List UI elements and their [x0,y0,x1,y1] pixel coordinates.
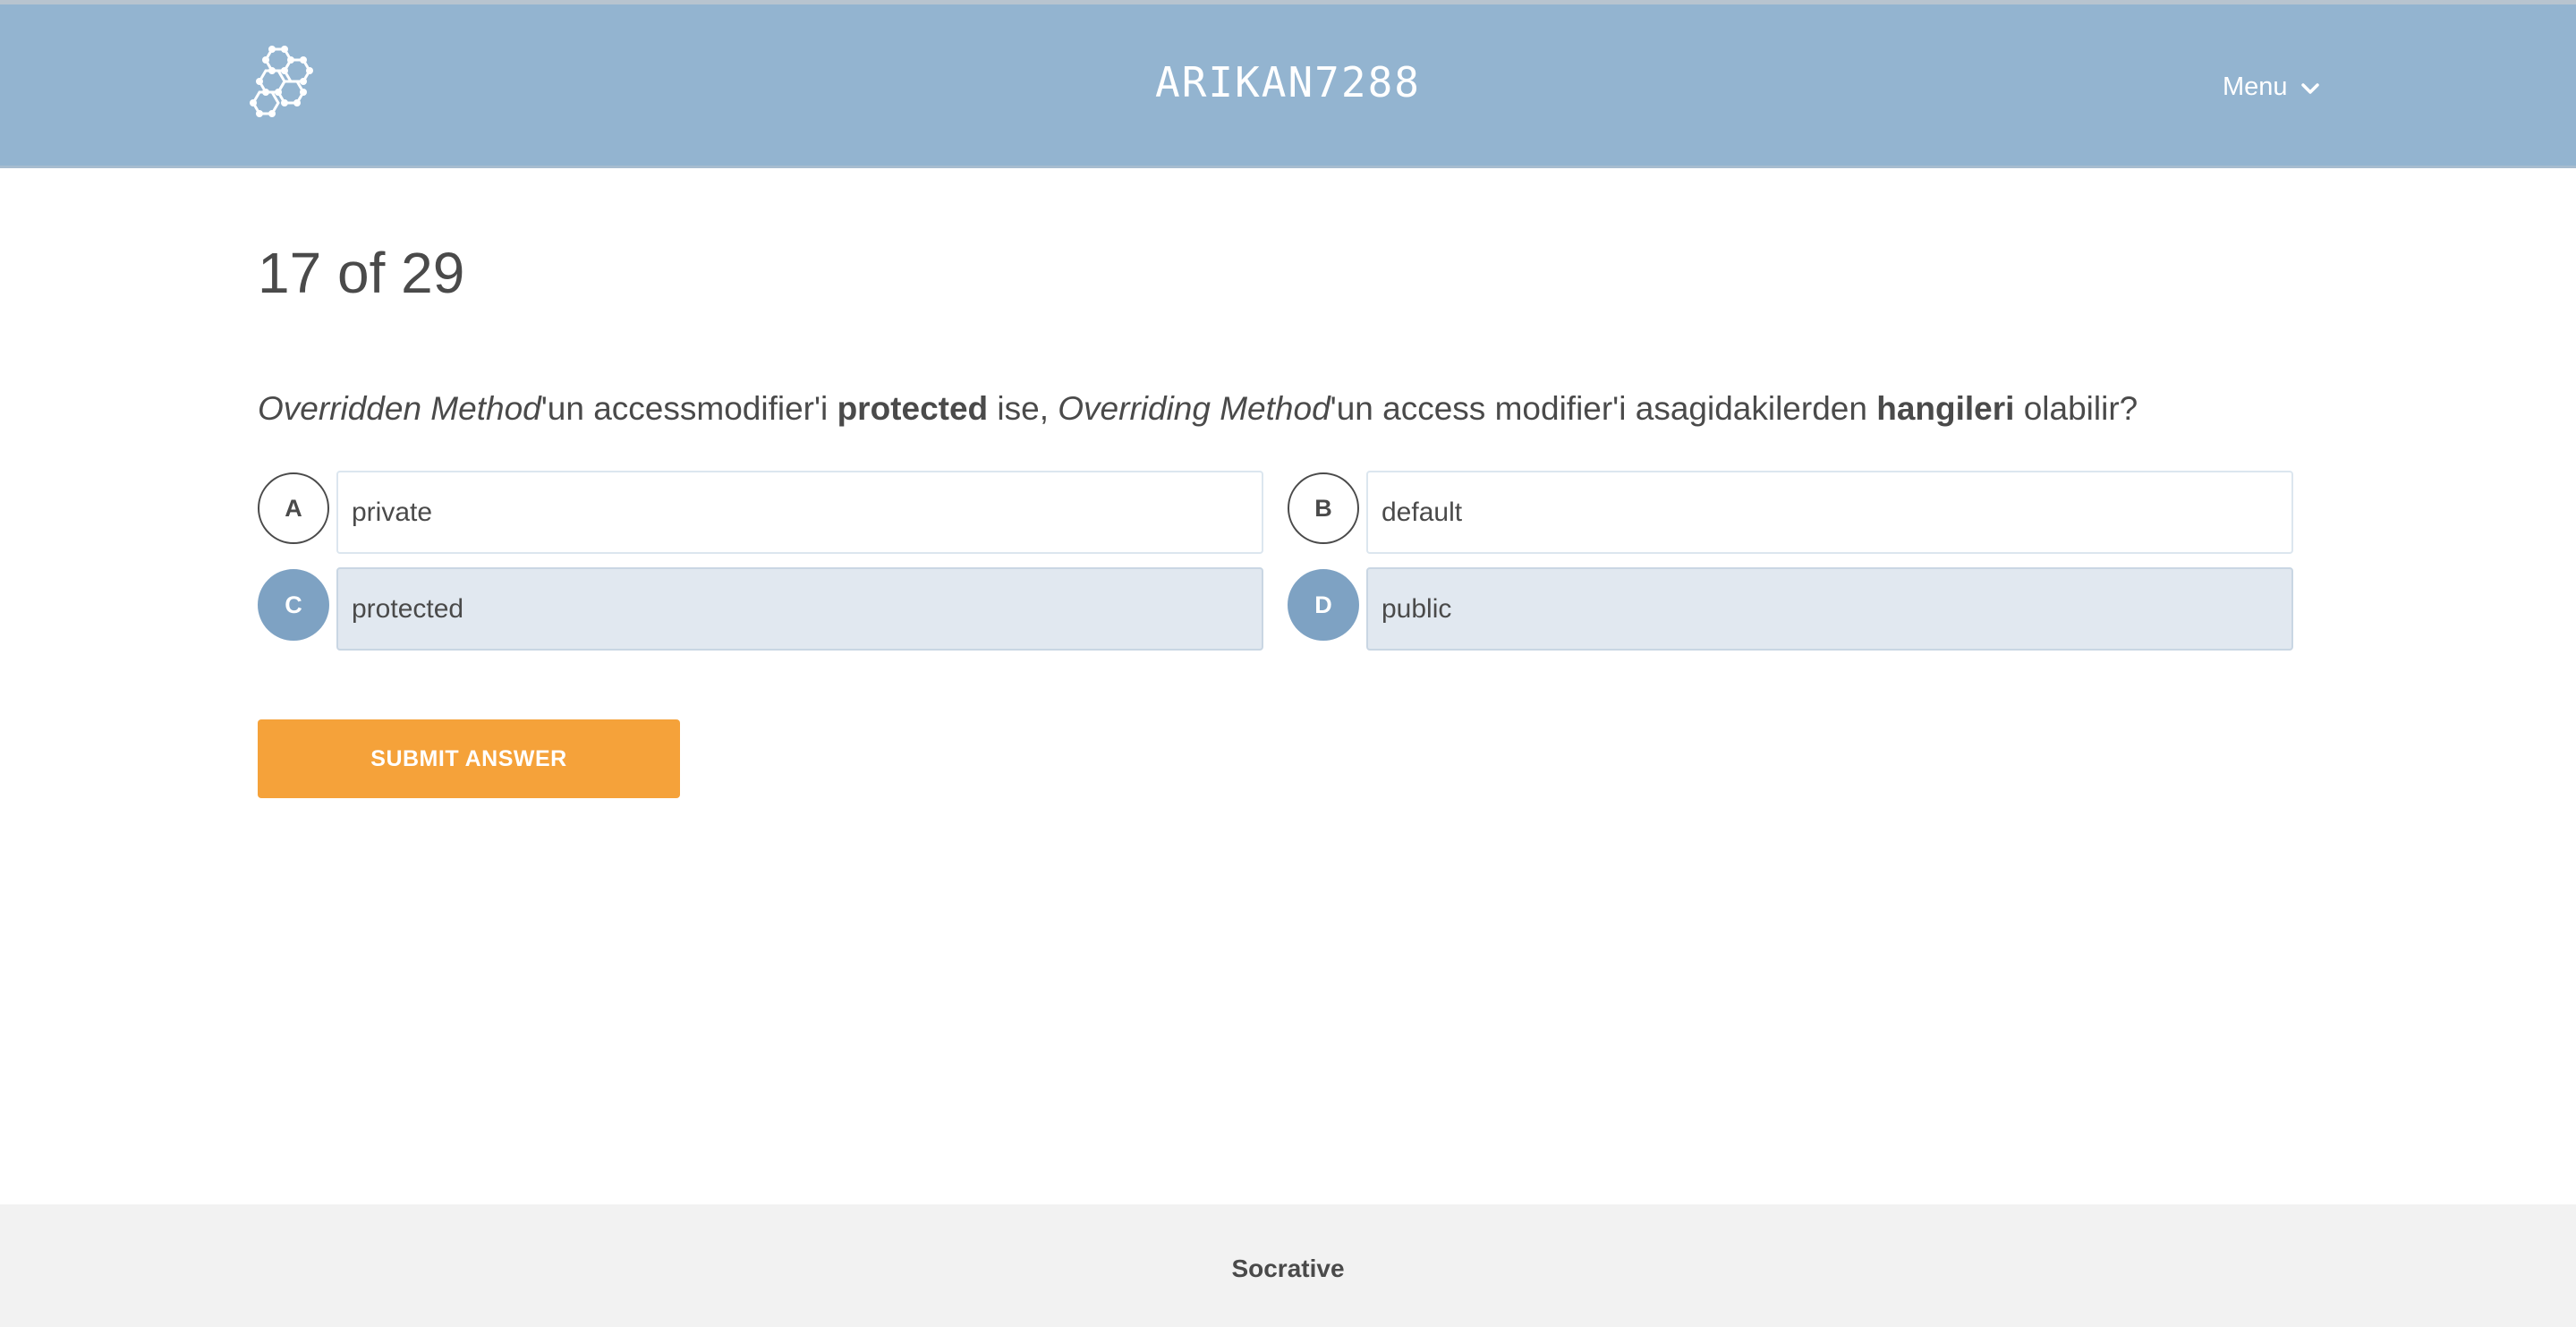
submit-answer-button[interactable]: SUBMIT ANSWER [258,719,680,798]
answer-option-a[interactable]: A private [258,471,1263,554]
app-header: ARIKAN7288 Menu [0,4,2576,168]
menu-button[interactable]: Menu [2223,71,2320,103]
question-part: protected [837,390,989,427]
answer-option-c[interactable]: C protected [258,567,1263,651]
answer-option-b[interactable]: B default [1288,471,2293,554]
option-text[interactable]: public [1366,567,2293,651]
option-letter[interactable]: A [258,472,329,544]
menu-label: Menu [2223,72,2288,101]
question-part: 'un accessmodifier'i [540,390,837,427]
question-part: 'un access modifier'i asagidakilerden [1330,390,1877,427]
answer-option-d[interactable]: D public [1288,567,2293,651]
question-part: Overriding Method [1058,390,1331,427]
option-text[interactable]: default [1366,471,2293,554]
question-text: Overridden Method'un accessmodifier'i pr… [258,390,2342,428]
page-footer: Socrative [0,1204,2576,1327]
option-letter[interactable]: D [1288,569,1359,641]
question-part: hangileri [1876,390,2015,427]
question-part: Overridden Method [258,390,541,427]
option-text[interactable]: protected [336,567,1263,651]
question-progress: 17 of 29 [258,241,465,305]
chevron-down-icon [2300,72,2320,102]
footer-brand: Socrative [1231,1255,1345,1282]
question-part: olabilir? [2014,390,2138,427]
question-part: ise, [988,390,1058,427]
room-name: ARIKAN7288 [1155,58,1421,106]
option-letter[interactable]: C [258,569,329,641]
option-letter[interactable]: B [1288,472,1359,544]
option-text[interactable]: private [336,471,1263,554]
